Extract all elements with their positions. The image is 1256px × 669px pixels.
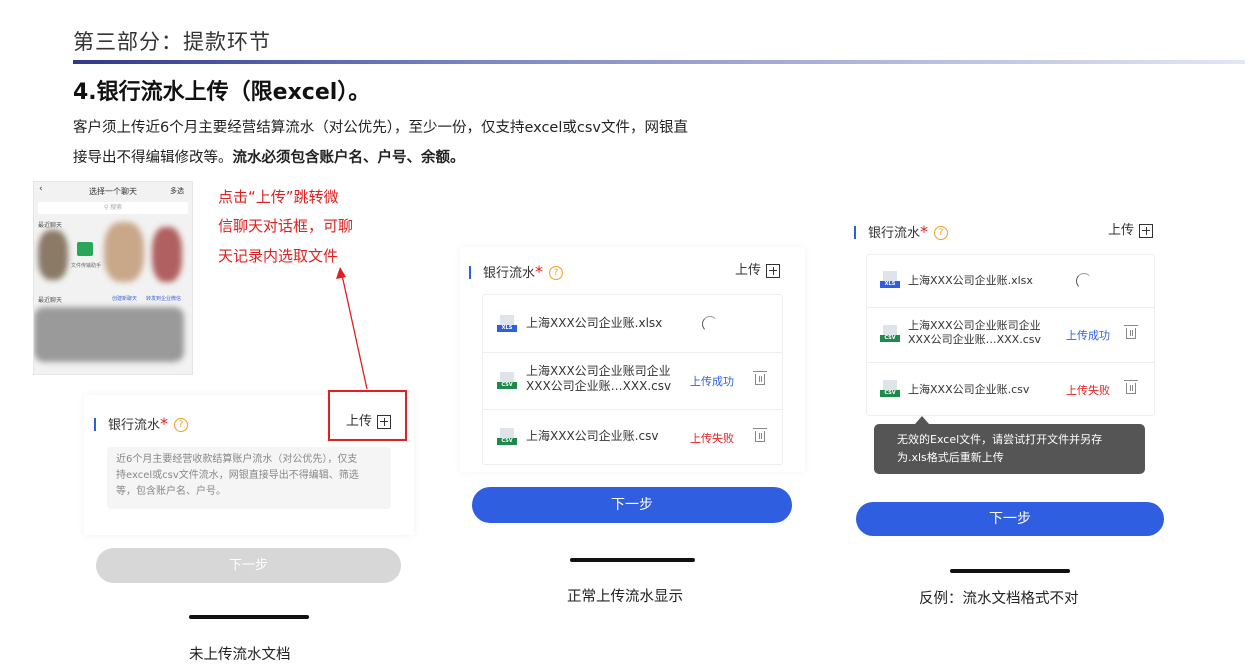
- upload-label: 上传: [735, 263, 762, 278]
- file-name: 上海XXX公司企业账.xlsx: [908, 274, 1033, 287]
- file-list: XLS 上海XXX公司企业账.xlsx CSV 上海XXX公司企业账司企业 XXX…: [866, 254, 1155, 416]
- file-row[interactable]: CSV 上海XXX公司企业账.csv 上传失败: [867, 362, 1154, 415]
- file-row[interactable]: CSV 上海XXX公司企业账司企业 XXX公司企业账…XXX.csv 上传成功: [483, 352, 782, 410]
- trash-icon[interactable]: [753, 371, 767, 385]
- highlight-box: [328, 390, 407, 441]
- csv-file-icon: CSV: [497, 372, 517, 390]
- file-row[interactable]: XLS 上海XXX公司企业账.xlsx: [483, 295, 782, 353]
- section-divider: [73, 60, 1245, 64]
- file-name-line-1: 上海XXX公司企业账司企业: [526, 364, 671, 378]
- trash-icon[interactable]: [753, 428, 767, 442]
- thumb-link: 创建新聊天: [112, 296, 138, 302]
- annotation-line-3: 天记录内选取文件: [218, 247, 339, 265]
- folder-label: 文件传输助手: [70, 263, 101, 269]
- label-accent-bar: [469, 266, 471, 279]
- thumb-search: ⚲ 搜索: [38, 202, 188, 214]
- xls-file-icon: XLS: [497, 315, 517, 333]
- thumb-search-text: 搜索: [110, 204, 123, 211]
- hint-line-1: 近6个月主要经营收款结算账户流水（对公优先），仅支: [116, 454, 358, 465]
- status-failed: 上传失败: [1066, 384, 1110, 397]
- loading-spinner-icon: [1076, 273, 1092, 289]
- help-icon[interactable]: ?: [549, 265, 564, 280]
- plus-icon: [1139, 223, 1154, 238]
- file-name: 上海XXX公司企业账司企业 XXX公司企业账…XXX.csv: [526, 364, 671, 394]
- tooltip-line-1: 无效的Excel文件，请尝试打开文件并另存: [897, 433, 1103, 446]
- field-label-group: 银行流水*?: [469, 262, 564, 281]
- file-name: 上海XXX公司企业账.csv: [526, 429, 659, 443]
- tooltip-line-2: 为.xls格式后重新上传: [897, 451, 1004, 464]
- caption-normal-upload: 正常上传流水显示: [567, 589, 683, 605]
- thumb-link: 转发到企业微信: [146, 296, 182, 302]
- folder-icon: [77, 242, 93, 256]
- thumb-recent-label: 最近聊天: [38, 222, 63, 229]
- thumb-section-label: 最近聊天: [38, 297, 63, 304]
- field-label: 银行流水: [483, 266, 536, 281]
- file-name: 上海XXX公司企业账司企业 XXX公司企业账…XXX.csv: [908, 319, 1041, 347]
- file-name-line-2: XXX公司企业账…XXX.csv: [526, 379, 672, 393]
- file-row[interactable]: CSV 上海XXX公司企业账.csv 上传失败: [483, 409, 782, 464]
- file-row[interactable]: XLS 上海XXX公司企业账.xlsx: [867, 255, 1154, 308]
- section-title: 第三部分：提款环节: [73, 30, 271, 54]
- home-indicator: [570, 558, 695, 562]
- description-bold: 流水必须包含账户名、户号、余额。: [232, 150, 465, 166]
- description-plain: 接导出不得编辑修改等。: [73, 150, 233, 166]
- file-name-line-2: XXX公司企业账…XXX.csv: [908, 333, 1041, 346]
- next-button-disabled[interactable]: 下一步: [96, 548, 401, 583]
- next-button[interactable]: 下一步: [472, 487, 792, 523]
- upload-label: 上传: [1108, 223, 1135, 238]
- caption-no-upload: 未上传流水文档: [189, 647, 291, 663]
- hint-line-2: 持excel或csv文件流水，网银直接导出不得编辑、筛选: [116, 470, 359, 481]
- file-name: 上海XXX公司企业账.xlsx: [526, 316, 663, 330]
- caption-wrong-format: 反例：流水文档格式不对: [919, 591, 1079, 607]
- error-tooltip: 无效的Excel文件，请尝试打开文件并另存 为.xls格式后重新上传: [874, 424, 1145, 474]
- field-label: 银行流水: [108, 418, 161, 433]
- help-icon[interactable]: ?: [174, 417, 189, 432]
- required-star: *: [920, 222, 929, 241]
- required-star: *: [535, 262, 544, 281]
- thumb-title: 选择一个聊天: [89, 187, 137, 196]
- home-indicator: [950, 569, 1070, 573]
- help-icon[interactable]: ?: [934, 225, 949, 240]
- blurred-avatar: [38, 230, 68, 280]
- csv-file-icon: CSV: [880, 325, 900, 343]
- wechat-chat-picker-screenshot: ‹ 选择一个聊天 多选 ⚲ 搜索 最近聊天 文件传输助手 最近聊天 创建新聊天 …: [33, 181, 193, 375]
- annotation-arrow: [336, 267, 368, 390]
- label-accent-bar: [94, 418, 96, 431]
- home-indicator: [189, 615, 309, 619]
- thumb-more: 多选: [170, 187, 184, 195]
- csv-file-icon: CSV: [497, 428, 517, 446]
- blurred-avatar: [152, 227, 182, 282]
- xls-file-icon: XLS: [880, 271, 900, 289]
- step-heading: 4.银行流水上传（限excel）。: [73, 80, 371, 105]
- plus-icon: [766, 263, 781, 278]
- field-label-group: 银行流水*?: [854, 222, 949, 241]
- annotation-line-1: 点击“上传”跳转微: [218, 188, 339, 206]
- description-line-2: 接导出不得编辑修改等。流水必须包含账户名、户号、余额。: [73, 146, 465, 167]
- annotation-line-2: 信聊天对话框，可聊: [218, 217, 354, 235]
- tooltip-arrow: [915, 416, 929, 424]
- file-name-line-1: 上海XXX公司企业账司企业: [908, 319, 1041, 332]
- field-label-group: 银行流水*?: [94, 414, 189, 433]
- csv-file-icon: CSV: [880, 380, 900, 398]
- hint-line-3: 等，包含账户名、户号。: [116, 486, 226, 497]
- blurred-chat-list: [34, 307, 184, 362]
- next-button[interactable]: 下一步: [856, 502, 1164, 536]
- file-list: XLS 上海XXX公司企业账.xlsx CSV 上海XXX公司企业账司企业 XXX…: [482, 294, 783, 465]
- blurred-avatar: [104, 222, 144, 282]
- status-success: 上传成功: [1066, 329, 1110, 342]
- description-line-1: 客户须上传近6个月主要经营结算流水（对公优先），至少一份，仅支持excel或cs…: [73, 120, 688, 136]
- field-label: 银行流水: [868, 226, 921, 241]
- status-success: 上传成功: [690, 375, 734, 388]
- file-name: 上海XXX公司企业账.csv: [908, 383, 1030, 396]
- status-failed: 上传失败: [690, 432, 734, 445]
- label-accent-bar: [854, 226, 856, 239]
- loading-spinner-icon: [702, 316, 718, 332]
- trash-icon[interactable]: [1124, 325, 1138, 339]
- required-star: *: [160, 414, 169, 433]
- file-row[interactable]: CSV 上海XXX公司企业账司企业 XXX公司企业账…XXX.csv 上传成功: [867, 307, 1154, 363]
- upload-button[interactable]: 上传: [1108, 219, 1154, 238]
- upload-hint-box: 近6个月主要经营收款结算账户流水（对公优先），仅支 持excel或csv文件流水…: [107, 447, 391, 509]
- trash-icon[interactable]: [1124, 380, 1138, 394]
- upload-button[interactable]: 上传: [735, 259, 781, 278]
